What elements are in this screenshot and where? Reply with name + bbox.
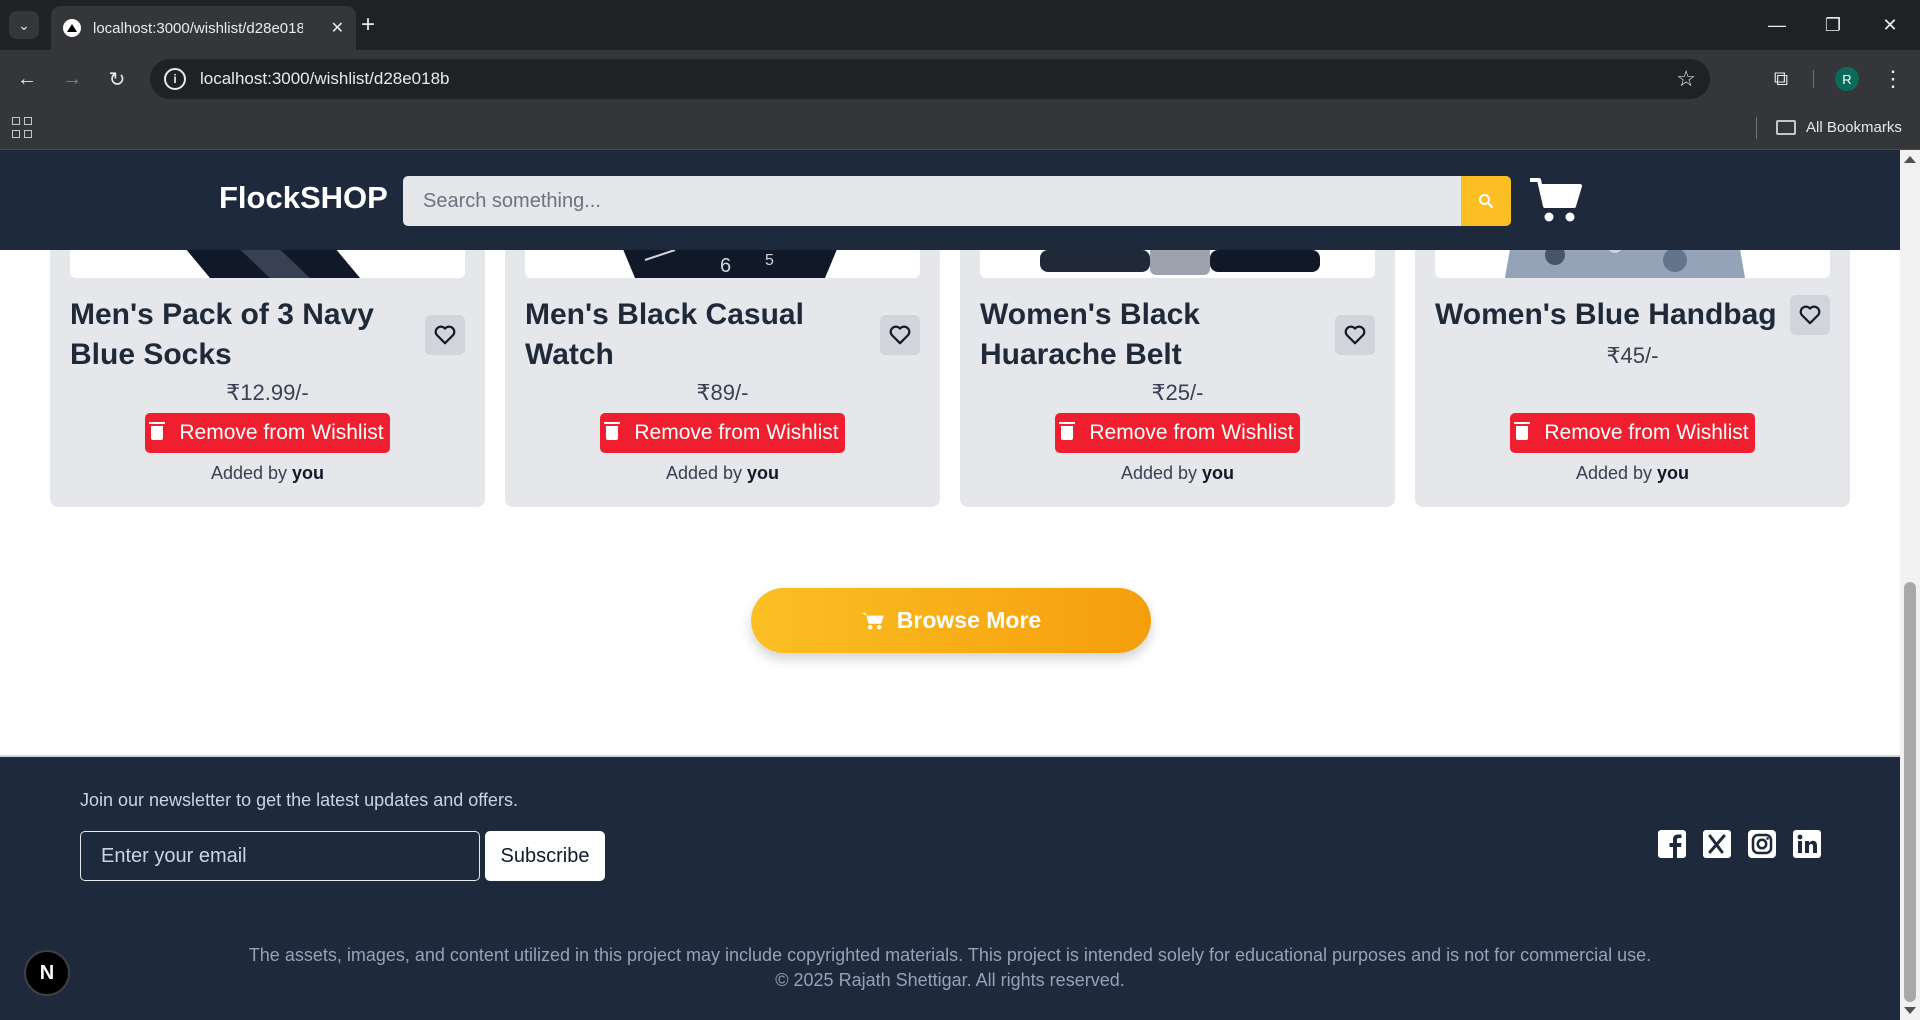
tab-title: localhost:3000/wishlist/d28e018b	[93, 19, 303, 37]
page-viewport: Men's Pack of 3 Navy Blue Socks ₹12.99/-…	[0, 150, 1900, 1020]
site-header: FlockSHOP	[0, 150, 1900, 250]
all-bookmarks-button[interactable]: All Bookmarks	[1776, 119, 1902, 136]
restore-button[interactable]: ❐	[1813, 10, 1853, 40]
tab-close-icon[interactable]: ✕	[331, 18, 344, 38]
site-info-icon[interactable]: i	[164, 68, 186, 90]
svg-text:6: 6	[720, 255, 731, 277]
trash-icon	[604, 422, 621, 440]
browser-tab-bar: ⌄ localhost:3000/wishlist/d28e018b ✕ + —…	[0, 0, 1920, 50]
page-scrollbar[interactable]	[1900, 150, 1920, 1020]
nextjs-dev-badge[interactable]: N	[24, 950, 70, 996]
browse-more-button[interactable]: Browse More	[751, 588, 1151, 653]
heart-icon	[434, 325, 456, 345]
browser-menu-icon[interactable]: ⋮	[1880, 63, 1906, 95]
remove-label: Remove from Wishlist	[179, 421, 384, 444]
bookmarks-bar: All Bookmarks	[0, 108, 1920, 150]
forward-button[interactable]: →	[56, 63, 88, 95]
trash-icon	[149, 422, 166, 440]
browser-tab[interactable]: localhost:3000/wishlist/d28e018b ✕	[51, 6, 356, 50]
site-logo[interactable]: FlockSHOP	[219, 180, 388, 216]
scroll-up-arrow[interactable]	[1904, 156, 1916, 163]
cart-icon[interactable]	[1530, 176, 1582, 224]
browse-more-label: Browse More	[896, 607, 1042, 633]
product-title[interactable]: Women's Black Huarache Belt	[980, 295, 1310, 375]
heart-icon	[889, 325, 911, 345]
product-price: ₹12.99/-	[226, 380, 309, 405]
scroll-down-arrow[interactable]	[1904, 1007, 1916, 1014]
footer-disclaimer: The assets, images, and content utilized…	[0, 943, 1900, 993]
remove-label: Remove from Wishlist	[1089, 421, 1294, 444]
close-window-button[interactable]: ✕	[1870, 10, 1910, 40]
instagram-icon[interactable]	[1747, 829, 1777, 859]
added-by-text: Added by you	[1575, 463, 1690, 483]
product-price: ₹45/-	[1606, 343, 1659, 368]
profile-avatar[interactable]: R	[1835, 67, 1859, 91]
apps-grid-icon[interactable]	[12, 117, 34, 139]
product-price: ₹89/-	[696, 380, 749, 405]
product-title[interactable]: Men's Black Casual Watch	[525, 295, 855, 375]
newsletter-text: Join our newsletter to get the latest up…	[80, 790, 518, 810]
bookmark-star-icon[interactable]: ☆	[1676, 66, 1696, 92]
scroll-thumb[interactable]	[1904, 582, 1916, 1002]
trash-icon	[1514, 422, 1531, 440]
added-by-text: Added by you	[1120, 463, 1235, 483]
trash-icon	[1059, 422, 1076, 440]
reload-button[interactable]: ↻	[101, 63, 133, 95]
heart-icon	[1344, 325, 1366, 345]
remove-from-wishlist-button[interactable]: Remove from Wishlist	[1510, 413, 1755, 453]
remove-from-wishlist-button[interactable]: Remove from Wishlist	[145, 413, 390, 453]
remove-label: Remove from Wishlist	[634, 421, 839, 444]
wishlist-toggle-button[interactable]	[880, 315, 920, 355]
email-field[interactable]	[80, 831, 480, 881]
added-by-text: Added by you	[665, 463, 780, 483]
browser-toolbar: ← → ↻ i localhost:3000/wishlist/d28e018b…	[0, 50, 1920, 108]
product-title[interactable]: Men's Pack of 3 Navy Blue Socks	[70, 295, 400, 375]
bookmarks-divider	[1756, 117, 1757, 139]
new-tab-button[interactable]: +	[353, 11, 383, 39]
wishlist-toggle-button[interactable]	[1790, 295, 1830, 335]
remove-from-wishlist-button[interactable]: Remove from Wishlist	[1055, 413, 1300, 453]
search-input[interactable]	[403, 176, 1461, 226]
heart-icon	[1799, 305, 1821, 325]
address-bar[interactable]: i localhost:3000/wishlist/d28e018b ☆	[150, 59, 1710, 99]
search-icon	[1479, 194, 1494, 209]
url-text[interactable]: localhost:3000/wishlist/d28e018b	[200, 69, 450, 89]
favicon-icon	[63, 19, 81, 37]
tab-search-button[interactable]: ⌄	[9, 11, 39, 39]
copyright-text: © 2025 Rajath Shettigar. All rights rese…	[775, 970, 1125, 990]
wishlist-toggle-button[interactable]	[1335, 315, 1375, 355]
added-by-text: Added by you	[210, 463, 325, 483]
extensions-icon[interactable]: ⧉	[1766, 63, 1796, 95]
remove-label: Remove from Wishlist	[1544, 421, 1749, 444]
wishlist-toggle-button[interactable]	[425, 315, 465, 355]
all-bookmarks-label: All Bookmarks	[1806, 119, 1902, 136]
product-title[interactable]: Women's Blue Handbag	[1435, 295, 1795, 335]
remove-from-wishlist-button[interactable]: Remove from Wishlist	[600, 413, 845, 453]
back-button[interactable]: ←	[11, 63, 43, 95]
facebook-icon[interactable]	[1657, 829, 1687, 859]
folder-icon	[1776, 120, 1796, 135]
cart-icon	[861, 612, 884, 630]
toolbar-divider	[1813, 70, 1814, 88]
linkedin-icon[interactable]	[1792, 829, 1822, 859]
svg-text:5: 5	[765, 252, 774, 269]
x-icon[interactable]	[1702, 829, 1732, 859]
subscribe-button[interactable]: Subscribe	[485, 831, 605, 881]
search-button[interactable]	[1461, 176, 1511, 226]
product-price: ₹25/-	[1151, 380, 1204, 405]
site-footer: Join our newsletter to get the latest up…	[0, 755, 1900, 1020]
minimize-button[interactable]: —	[1757, 10, 1797, 40]
disclaimer-text: The assets, images, and content utilized…	[248, 945, 1652, 965]
